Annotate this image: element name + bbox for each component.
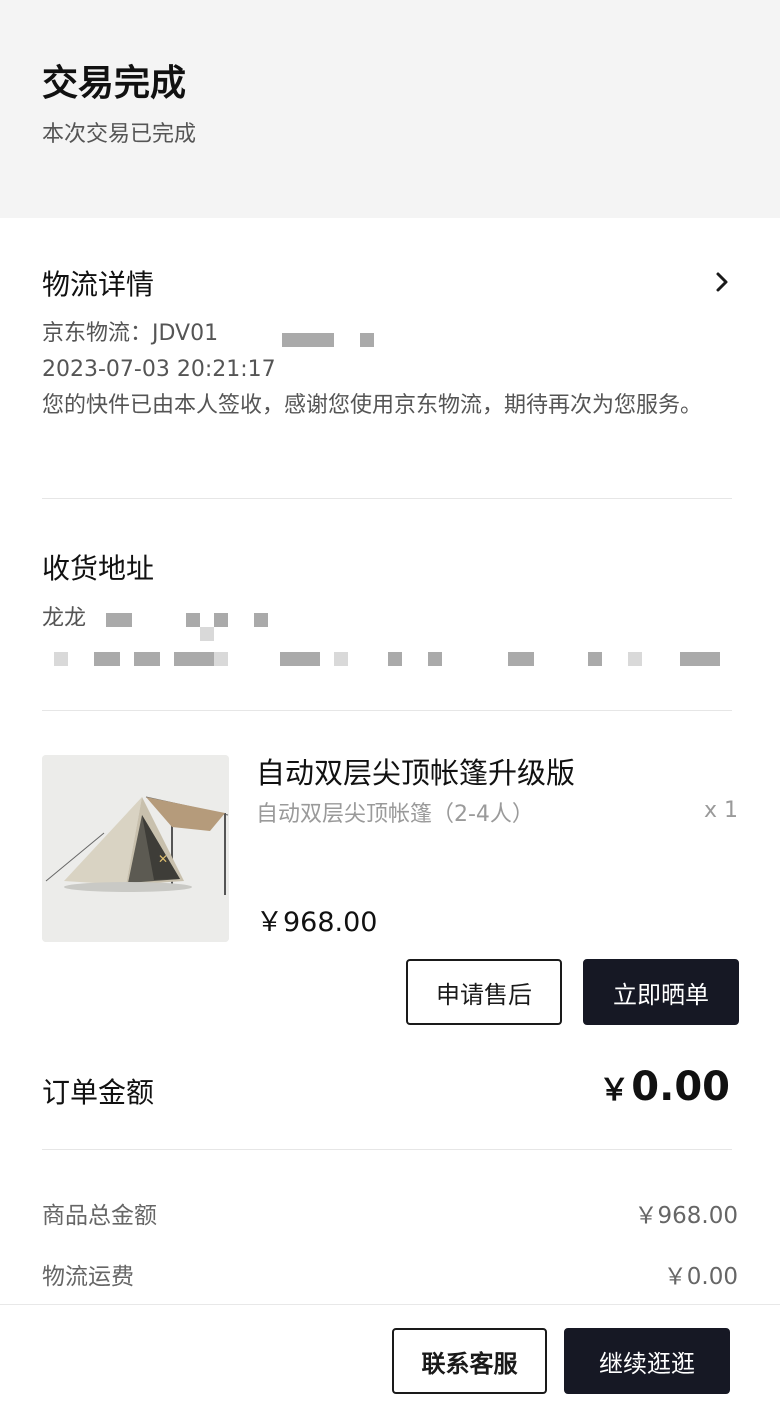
shipping-label: 物流运费 (42, 1264, 134, 1290)
logistics-carrier: 京东物流：JDV01 (42, 321, 219, 346)
chevron-right-icon[interactable] (710, 268, 734, 296)
redacted-address (200, 627, 214, 641)
address-name: 龙龙 (42, 606, 87, 631)
svg-text:✕: ✕ (158, 852, 168, 866)
redacted-address (134, 652, 160, 666)
product-price: ￥968.00 (256, 907, 378, 938)
goods-total-label: 商品总金额 (42, 1203, 157, 1229)
status-subtitle: 本次交易已完成 (42, 122, 197, 147)
redacted-tracking (282, 333, 334, 347)
logistics-message: 您的快件已由本人签收，感谢您使用京东物流，期待再次为您服务。 (42, 393, 703, 418)
logistics-title[interactable]: 物流详情 (42, 263, 154, 303)
continue-shopping-button[interactable]: 继续逛逛 (564, 1328, 730, 1394)
redacted-tracking (360, 333, 374, 347)
address-title: 收货地址 (42, 552, 155, 585)
order-amount: ￥ 0.00 (599, 1064, 730, 1110)
redacted-address (508, 652, 534, 666)
redacted-address (214, 652, 228, 666)
product-name[interactable]: 自动双层尖顶帐篷升级版 (256, 750, 575, 792)
status-banner: 交易完成 本次交易已完成 (0, 0, 780, 218)
goods-total-value: ￥968.00 (634, 1203, 738, 1229)
aftersale-button[interactable]: 申请售后 (406, 959, 562, 1025)
redacted-address (214, 613, 228, 627)
divider (42, 710, 732, 711)
redacted-address (428, 652, 442, 666)
redacted-address (588, 652, 602, 666)
redacted-address (388, 652, 402, 666)
redacted-address (680, 652, 720, 666)
product-quantity: x 1 (703, 798, 738, 823)
redacted-address (280, 652, 320, 666)
divider (42, 1149, 732, 1150)
redacted-address (186, 613, 200, 627)
product-spec: 自动双层尖顶帐篷（2-4人） (256, 802, 534, 827)
redacted-address (254, 613, 268, 627)
order-amount-currency: ￥ (599, 1073, 630, 1108)
redacted-address (334, 652, 348, 666)
redacted-address (94, 652, 120, 666)
status-title: 交易完成 (42, 63, 187, 104)
redacted-address (54, 652, 68, 666)
logistics-timestamp: 2023-07-03 20:21:17 (42, 357, 276, 382)
review-button[interactable]: 立即晒单 (583, 959, 739, 1025)
order-amount-value: 0.00 (631, 1064, 730, 1110)
shipping-value: ￥0.00 (663, 1264, 738, 1290)
order-detail-page: 交易完成 本次交易已完成 物流详情 京东物流：JDV01 2023-07-03 … (0, 0, 780, 1421)
redacted-address (106, 613, 132, 627)
divider (42, 498, 732, 499)
redacted-address (174, 652, 214, 666)
redacted-address (628, 652, 642, 666)
order-amount-label: 订单金额 (42, 1076, 155, 1109)
contact-service-button[interactable]: 联系客服 (392, 1328, 547, 1394)
product-image[interactable]: ✕ (42, 755, 229, 942)
